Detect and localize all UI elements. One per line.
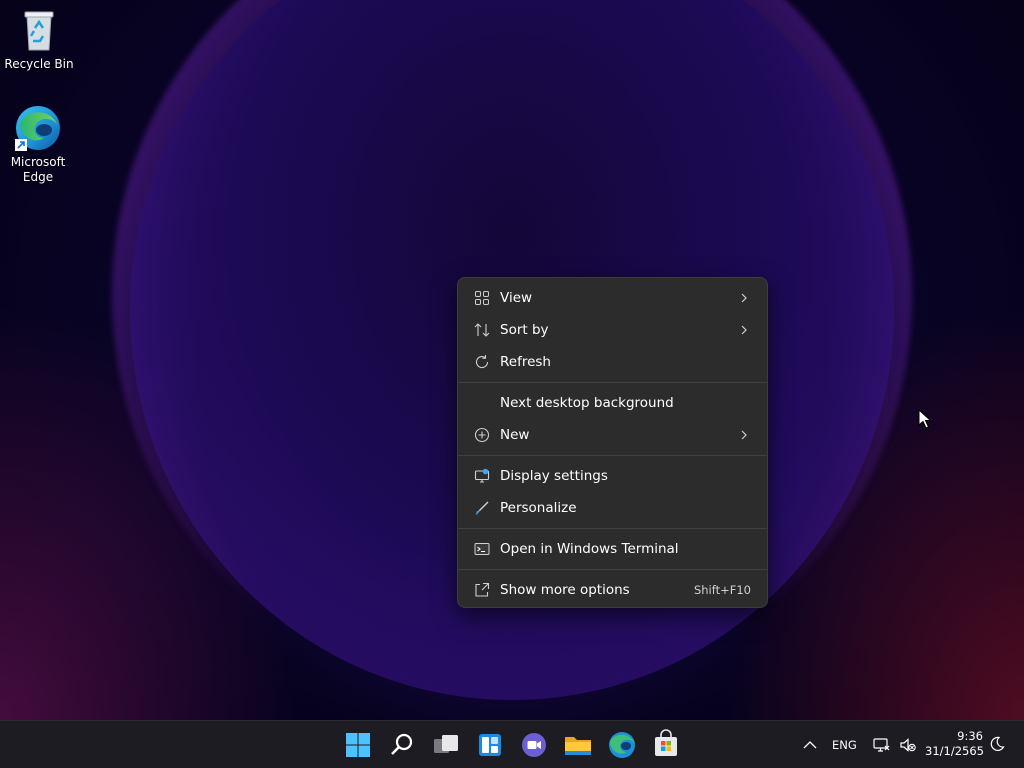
edge-icon: [14, 104, 62, 152]
chevron-right-icon: [741, 293, 747, 303]
language-indicator[interactable]: ENG: [832, 738, 857, 752]
network-icon[interactable]: [872, 737, 890, 753]
search-icon[interactable]: [386, 729, 418, 761]
widgets-icon[interactable]: [474, 729, 506, 761]
menu-item-open-in-windows-terminal[interactable]: Open in Windows Terminal: [462, 533, 763, 565]
menu-item-sort-by[interactable]: Sort by: [462, 314, 763, 346]
clock[interactable]: 9:36 31/1/2565: [925, 729, 984, 758]
keyboard-shortcut: Shift+F10: [693, 583, 751, 597]
menu-item-label: Sort by: [500, 322, 549, 338]
chevron-right-icon: [741, 430, 747, 440]
focus-assist-moon-icon[interactable]: [989, 736, 1005, 752]
store-icon[interactable]: [650, 729, 682, 761]
desktop-icon-label: Microsoft Edge: [10, 155, 66, 184]
clock-date: 31/1/2565: [925, 744, 984, 758]
menu-item-label: Next desktop background: [500, 395, 674, 411]
task-view-icon[interactable]: [430, 729, 462, 761]
desktop-icon-label: Recycle Bin: [4, 57, 74, 71]
plus-circle-icon: [474, 427, 490, 443]
menu-item-label: Refresh: [500, 354, 551, 370]
menu-separator: [458, 382, 767, 383]
recycle-bin-icon: [15, 6, 63, 54]
chat-icon[interactable]: [518, 729, 550, 761]
taskbar: ENG 9:36 31/1/2565: [0, 720, 1024, 768]
terminal-icon: [474, 543, 490, 555]
start-icon[interactable]: [342, 729, 374, 761]
desktop-context-menu: View Sort by Refresh Next desktop backgr…: [457, 277, 768, 608]
share-icon: [475, 582, 490, 597]
menu-item-label: New: [500, 427, 530, 443]
chevron-right-icon: [741, 325, 747, 335]
file-explorer-icon[interactable]: [562, 729, 594, 761]
mouse-pointer-icon: [918, 409, 932, 429]
menu-item-refresh[interactable]: Refresh: [462, 346, 763, 378]
menu-item-next-desktop-background[interactable]: Next desktop background: [462, 387, 763, 419]
menu-item-label: Display settings: [500, 468, 608, 484]
clock-time: 9:36: [957, 729, 983, 743]
edge-icon[interactable]: [606, 729, 638, 761]
volume-muted-icon[interactable]: [899, 737, 917, 753]
menu-item-label: View: [500, 290, 533, 306]
menu-item-show-more-options[interactable]: Show more options Shift+F10: [462, 574, 763, 606]
desktop-icon-recycle-bin[interactable]: Recycle Bin: [1, 6, 77, 72]
menu-separator: [458, 528, 767, 529]
menu-item-personalize[interactable]: Personalize: [462, 492, 763, 524]
menu-item-label: Show more options: [500, 582, 630, 598]
menu-separator: [458, 455, 767, 456]
chevron-up-icon[interactable]: [803, 739, 817, 751]
menu-separator: [458, 569, 767, 570]
menu-item-label: Open in Windows Terminal: [500, 541, 679, 557]
refresh-icon: [475, 355, 489, 369]
menu-item-new[interactable]: New: [462, 419, 763, 451]
sort-icon: [474, 323, 490, 337]
brush-icon: [476, 501, 489, 515]
view-grid-icon: [475, 291, 489, 305]
menu-item-display-settings[interactable]: Display settings: [462, 460, 763, 492]
menu-item-view[interactable]: View: [462, 282, 763, 314]
desktop-icon-microsoft-edge[interactable]: Microsoft Edge: [0, 104, 76, 185]
menu-item-label: Personalize: [500, 500, 577, 516]
display-icon: [474, 468, 490, 483]
